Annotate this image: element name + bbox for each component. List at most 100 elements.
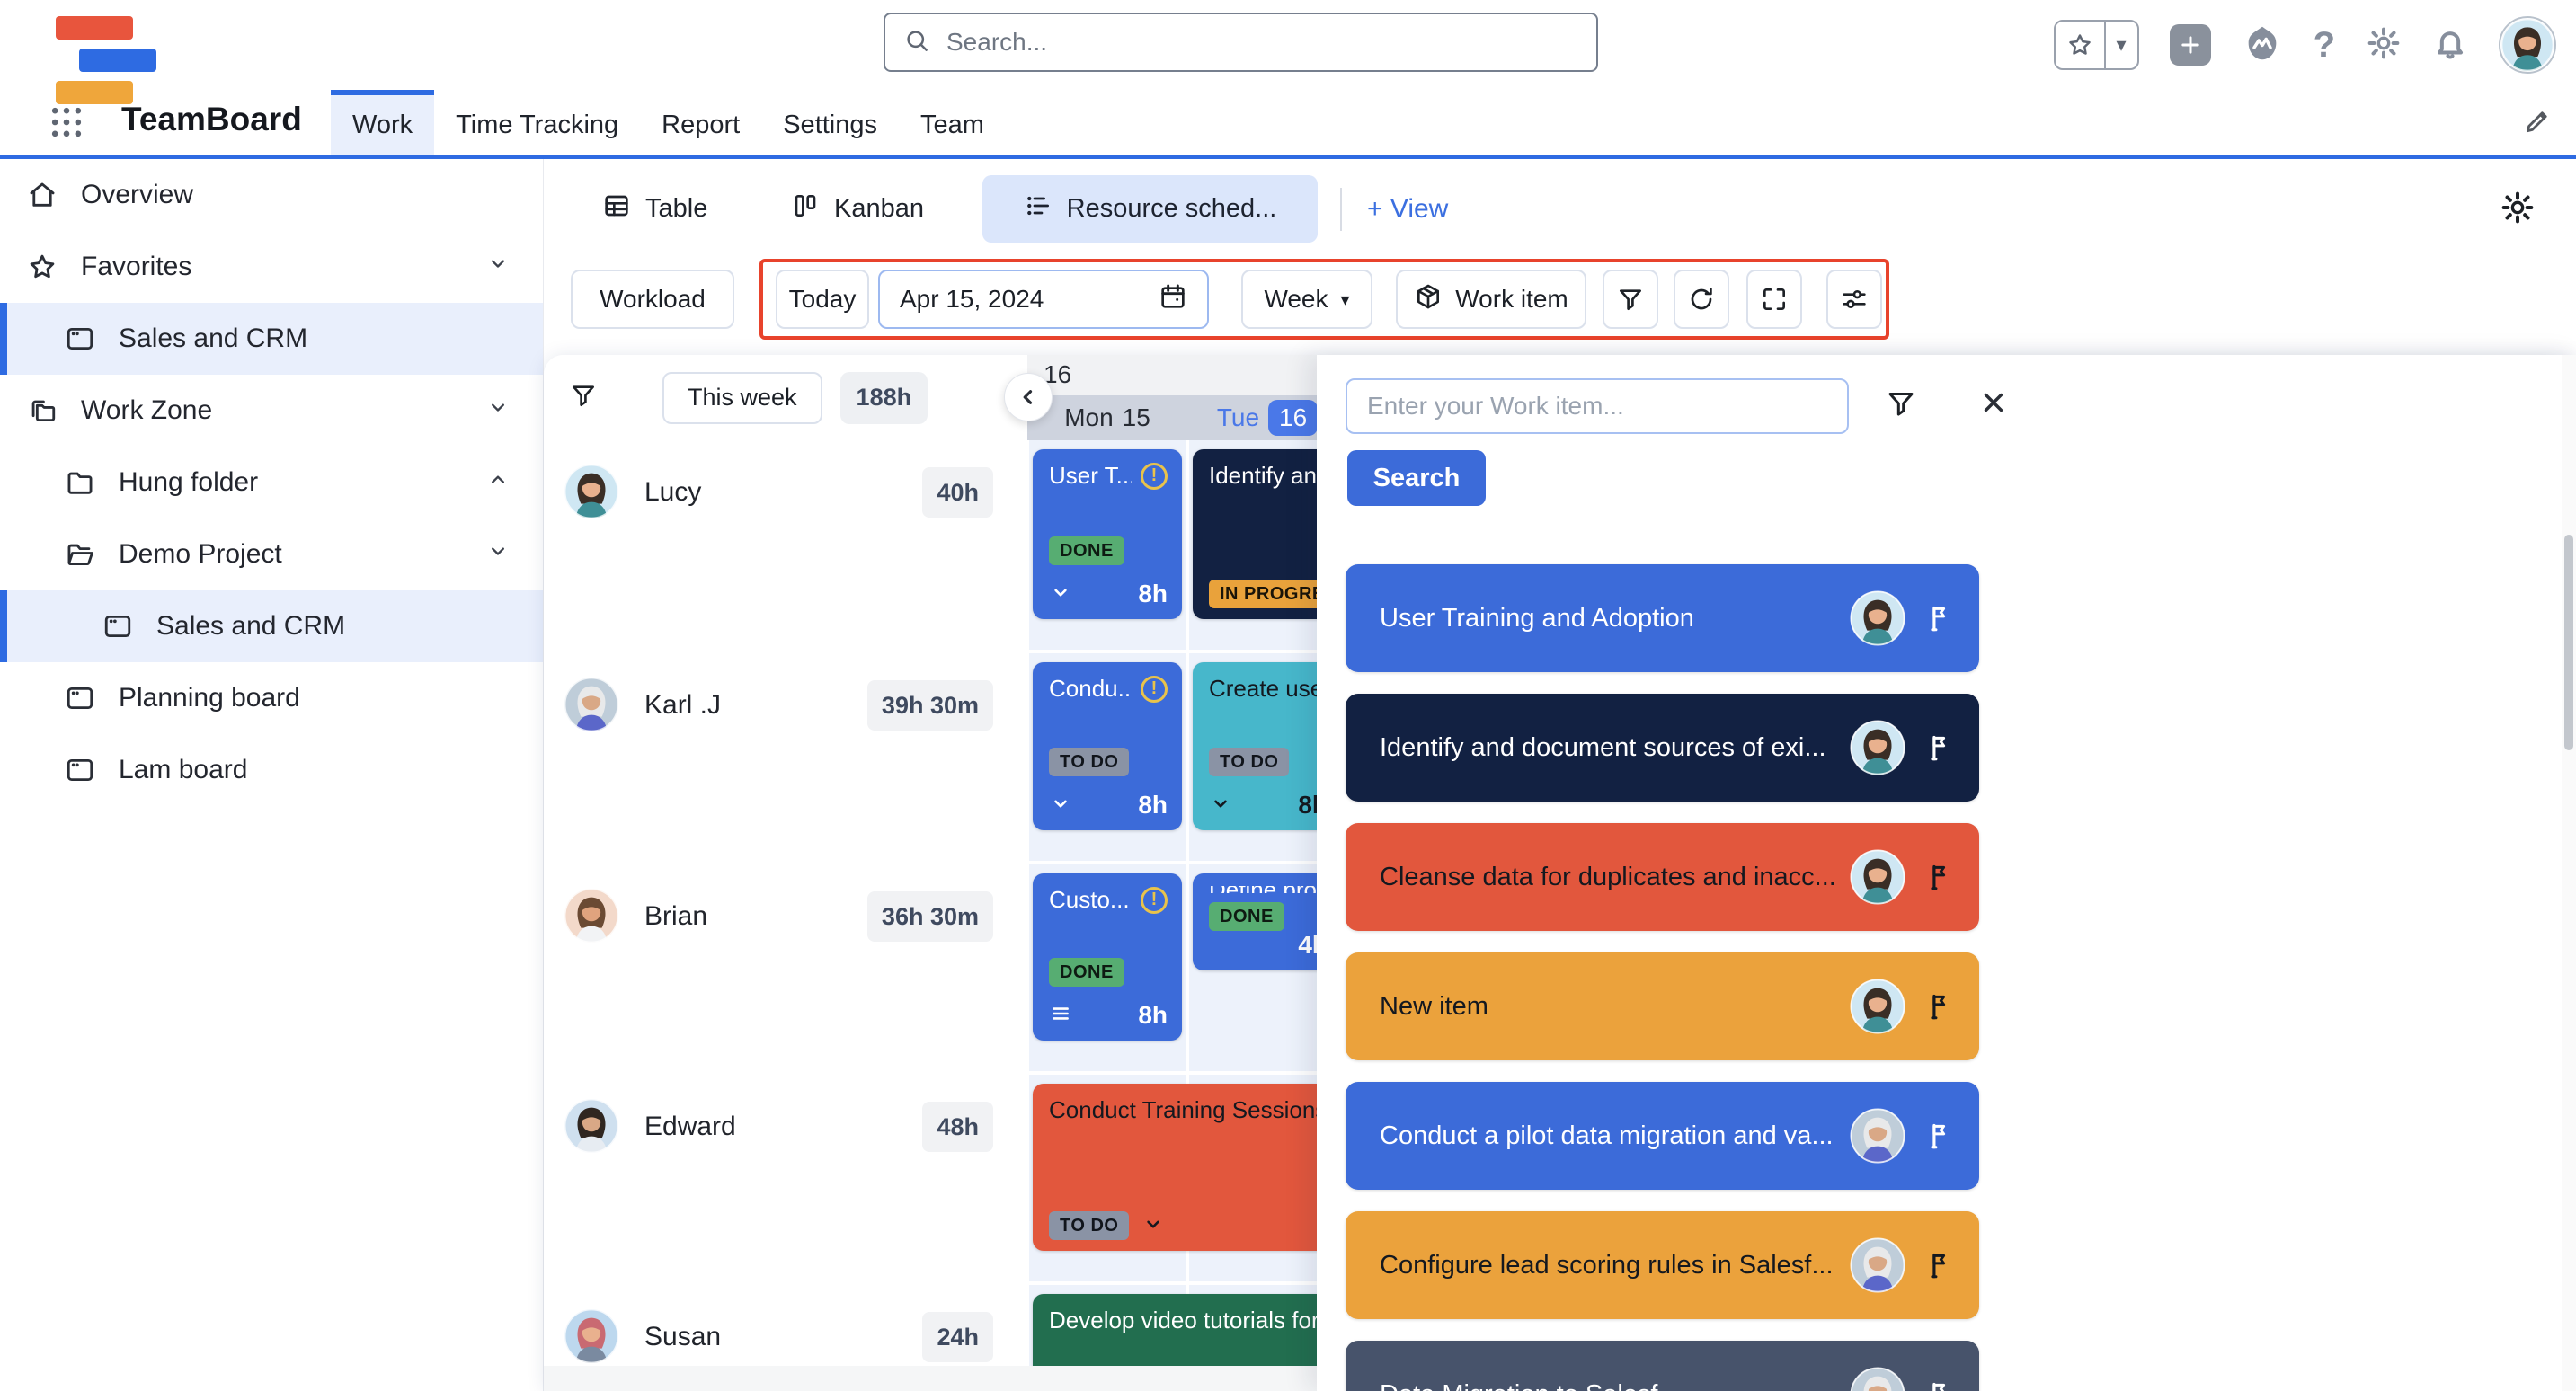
sidebar-item-label: Sales and CRM xyxy=(156,611,543,642)
flag-icon[interactable] xyxy=(1925,732,1956,763)
tab-kanban-label: Kanban xyxy=(834,194,924,224)
create-button[interactable] xyxy=(2170,24,2211,66)
nav-tab-time-tracking[interactable]: Time Tracking xyxy=(434,90,640,155)
flag-icon[interactable] xyxy=(1925,991,1956,1022)
notifications-bell-icon[interactable] xyxy=(2432,25,2468,66)
sidebar-item-planning-board[interactable]: Planning board xyxy=(0,662,543,734)
flag-icon[interactable] xyxy=(1925,1121,1956,1151)
date-field[interactable]: Apr 15, 2024 xyxy=(878,270,1209,329)
chevron-down-icon[interactable] xyxy=(1141,1212,1165,1240)
work-item-card[interactable]: Conduct a pilot data migration and va... xyxy=(1346,1082,1979,1190)
work-item-card[interactable]: New item xyxy=(1346,952,1979,1060)
chevron-down-icon[interactable] xyxy=(1049,580,1072,608)
display-settings-button[interactable] xyxy=(1826,270,1882,329)
sidebar-item-label: Hung folder xyxy=(119,467,485,498)
sidebar-item-label: Sales and CRM xyxy=(119,323,543,354)
date-value: Apr 15, 2024 xyxy=(900,285,1044,314)
flag-icon[interactable] xyxy=(1925,1379,1956,1391)
app-switcher-icon[interactable] xyxy=(2242,22,2283,68)
chevron-down-icon[interactable] xyxy=(1049,792,1072,820)
sidebar-item-lam-board[interactable]: Lam board xyxy=(0,734,543,806)
sidebar-item-work-zone[interactable]: Work Zone xyxy=(0,375,543,447)
sidebar-item-favorites[interactable]: Favorites xyxy=(0,231,543,303)
sidebar-item-sales-and-crm[interactable]: Sales and CRM xyxy=(0,303,543,375)
panel-search-button[interactable]: Search xyxy=(1347,450,1486,506)
status-badge: TO DO xyxy=(1049,748,1129,776)
resource-avatar xyxy=(564,464,619,524)
resource-row[interactable]: Edward48h xyxy=(544,1075,1027,1285)
nav-tabs: WorkTime TrackingReportSettingsTeam xyxy=(331,90,1006,155)
work-item-card[interactable]: Data Migration to Salesf... xyxy=(1346,1341,1979,1391)
resource-name: Susan xyxy=(644,1308,922,1366)
panel-close-icon[interactable] xyxy=(1978,387,2009,422)
work-item-search-input[interactable] xyxy=(1346,378,1849,434)
card-title: Define proj... xyxy=(1209,886,1328,893)
schedule-card[interactable]: Condu...!TO DO8h xyxy=(1033,662,1182,830)
resource-row[interactable]: Lucy40h xyxy=(544,440,1027,653)
resource-avatar xyxy=(564,1098,619,1158)
warning-icon: ! xyxy=(1141,676,1168,703)
work-item-card[interactable]: Configure lead scoring rules in Salesf..… xyxy=(1346,1211,1979,1319)
work-item-card[interactable]: Identify and document sources of exi... xyxy=(1346,694,1979,802)
page-scrollbar-thumb[interactable] xyxy=(2564,535,2573,750)
sidebar-item-hung-folder[interactable]: Hung folder xyxy=(0,447,543,518)
range-dropdown[interactable]: Week ▾ xyxy=(1241,270,1372,329)
work-item-title: Configure lead scoring rules in Salesf..… xyxy=(1380,1251,1850,1280)
tab-resource-scheduling[interactable]: Resource sched... xyxy=(982,175,1318,243)
resource-name: Karl .J xyxy=(644,677,867,734)
schedule-card[interactable]: Custo...!DONE8h xyxy=(1033,873,1182,1041)
flag-icon[interactable] xyxy=(1925,862,1956,892)
work-item-title: Conduct a pilot data migration and va... xyxy=(1380,1121,1850,1151)
views-row: Table Kanban Resource sched... + View xyxy=(544,175,2576,245)
nav-tab-team[interactable]: Team xyxy=(899,90,1006,155)
settings-gear-icon[interactable] xyxy=(2366,25,2402,66)
nav-tab-settings[interactable]: Settings xyxy=(761,90,899,155)
resource-row[interactable]: Karl .J39h 30m xyxy=(544,653,1027,864)
resource-name: Edward xyxy=(644,1098,922,1156)
chevron-down-icon[interactable] xyxy=(1209,792,1232,820)
page-scrollbar xyxy=(2562,355,2576,1391)
panel-filter-icon[interactable] xyxy=(1885,387,1917,424)
tab-table-label: Table xyxy=(645,194,707,224)
edit-pencil-icon[interactable] xyxy=(2522,106,2553,141)
board-icon xyxy=(65,683,95,713)
filter-button[interactable] xyxy=(1603,270,1658,329)
sidebar-item-demo-project[interactable]: Demo Project xyxy=(0,518,543,590)
sidebar-item-overview[interactable]: Overview xyxy=(0,159,543,231)
user-avatar[interactable] xyxy=(2499,16,2556,74)
sidebar-item-sales-and-crm[interactable]: Sales and CRM xyxy=(0,590,543,662)
chevron-down-icon[interactable] xyxy=(485,251,511,283)
add-view-button[interactable]: + View xyxy=(1367,175,1448,243)
menu-icon[interactable] xyxy=(1049,1002,1072,1030)
help-icon[interactable]: ? xyxy=(2314,25,2335,66)
resource-schedule-icon xyxy=(1024,191,1053,227)
schedule-card[interactable]: User T...!DONE8h xyxy=(1033,449,1182,619)
chevron-up-icon[interactable] xyxy=(485,466,511,499)
collapse-panel-button[interactable] xyxy=(1004,373,1053,421)
sidebar-item-label: Overview xyxy=(81,180,543,210)
this-week-button[interactable]: This week xyxy=(662,372,822,424)
work-item-button[interactable]: Work item xyxy=(1396,270,1586,329)
schedule-left-header: This week 188h xyxy=(544,355,1027,440)
flag-icon[interactable] xyxy=(1925,603,1956,633)
assignee-avatar xyxy=(1850,1108,1905,1164)
chevron-down-icon[interactable] xyxy=(485,538,511,571)
nav-tab-report[interactable]: Report xyxy=(640,90,761,155)
tab-kanban[interactable]: Kanban xyxy=(780,175,935,243)
today-button[interactable]: Today xyxy=(776,270,869,329)
favorite-split-button[interactable]: ▾ xyxy=(2054,20,2139,70)
app-grid-icon[interactable] xyxy=(47,102,86,146)
flag-icon[interactable] xyxy=(1925,1250,1956,1280)
chevron-down-icon[interactable] xyxy=(485,394,511,427)
filter-icon[interactable] xyxy=(569,381,598,414)
search-input[interactable] xyxy=(945,27,1578,58)
nav-tab-work[interactable]: Work xyxy=(331,90,434,155)
workload-button[interactable]: Workload xyxy=(571,270,734,329)
refresh-button[interactable] xyxy=(1674,270,1729,329)
resource-row[interactable]: Brian36h 30m xyxy=(544,864,1027,1075)
view-settings-gear-icon[interactable] xyxy=(2500,190,2536,230)
work-item-card[interactable]: Cleanse data for duplicates and inacc... xyxy=(1346,823,1979,931)
tab-table[interactable]: Table xyxy=(591,175,718,243)
fullscreen-button[interactable] xyxy=(1746,270,1802,329)
work-item-card[interactable]: User Training and Adoption xyxy=(1346,564,1979,672)
